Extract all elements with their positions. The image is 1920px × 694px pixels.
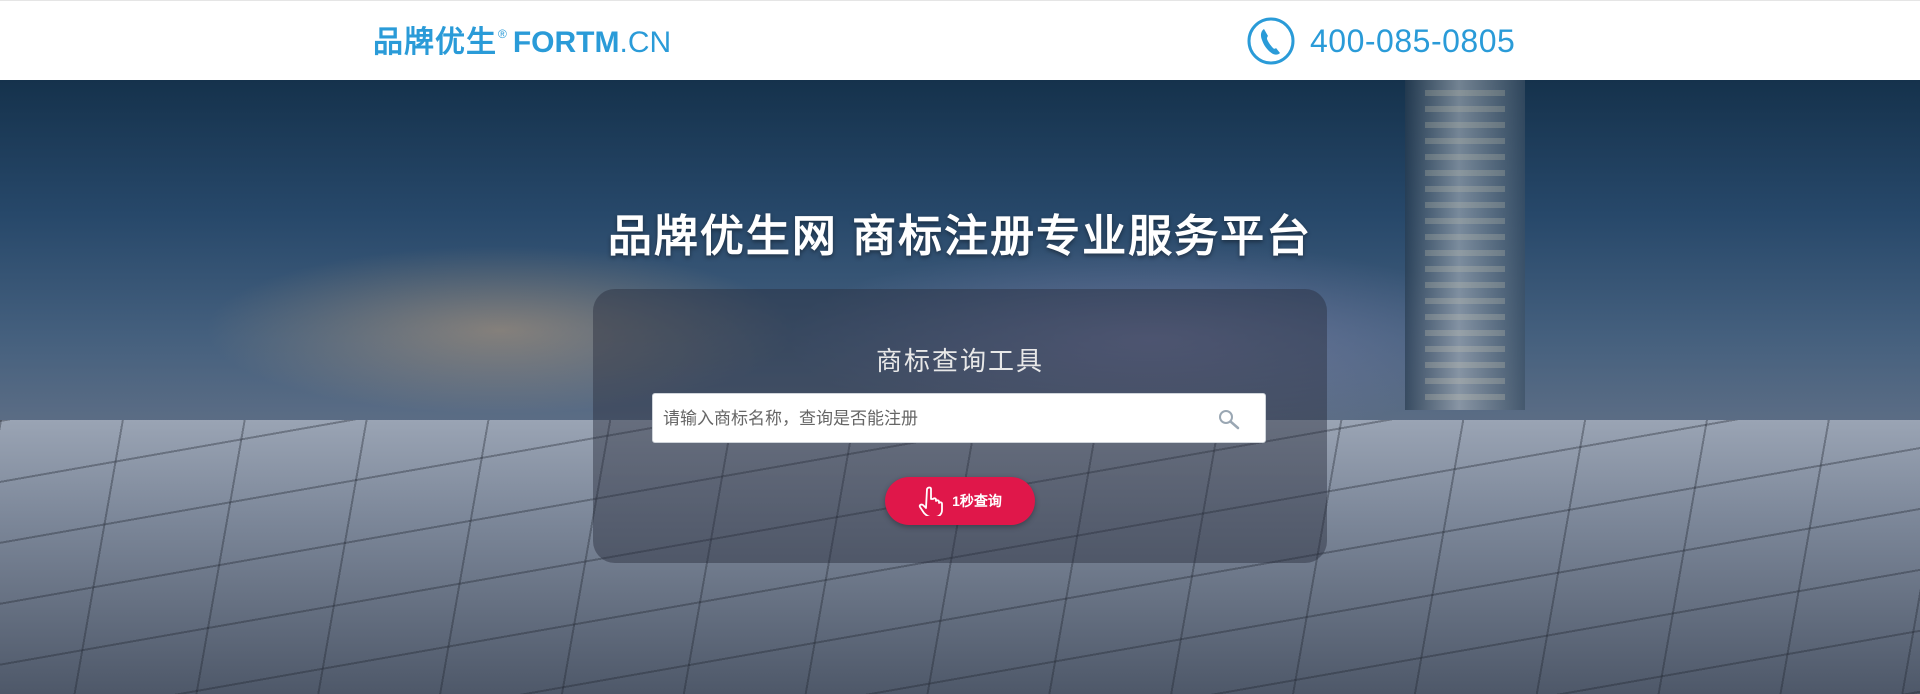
- search-panel: 商标查询工具 1秒查询: [593, 289, 1327, 563]
- logo-en-bold: FORTM: [512, 26, 620, 59]
- hero-banner: 品牌优生网 商标注册专业服务平台 商标查询工具 1秒查询: [0, 80, 1920, 694]
- phone-icon: [1247, 17, 1295, 65]
- logo-cn-text: 品牌优生: [373, 26, 497, 59]
- trademark-search-input[interactable]: [653, 394, 1225, 444]
- phone-contact[interactable]: 400-085-0805: [1246, 15, 1515, 67]
- search-icon[interactable]: [1217, 408, 1241, 430]
- query-button-label: 1秒查询: [952, 493, 1002, 509]
- panel-title: 商标查询工具: [875, 346, 1044, 376]
- phone-number: 400-085-0805: [1310, 22, 1516, 59]
- query-button[interactable]: 1秒查询: [885, 477, 1035, 525]
- search-box[interactable]: [652, 393, 1266, 444]
- hand-pointer-icon: [918, 486, 943, 516]
- registered-mark: ®: [498, 27, 507, 41]
- logo-en-light: .CN: [619, 26, 672, 59]
- header: 品牌优生 ® FORTM.CN 400-085-0805: [0, 0, 1920, 80]
- logo-en-text: FORTM.CN: [513, 25, 671, 61]
- hero-title: 品牌优生网 商标注册专业服务平台: [607, 212, 1313, 261]
- logo[interactable]: 品牌优生 ® FORTM.CN: [373, 21, 671, 61]
